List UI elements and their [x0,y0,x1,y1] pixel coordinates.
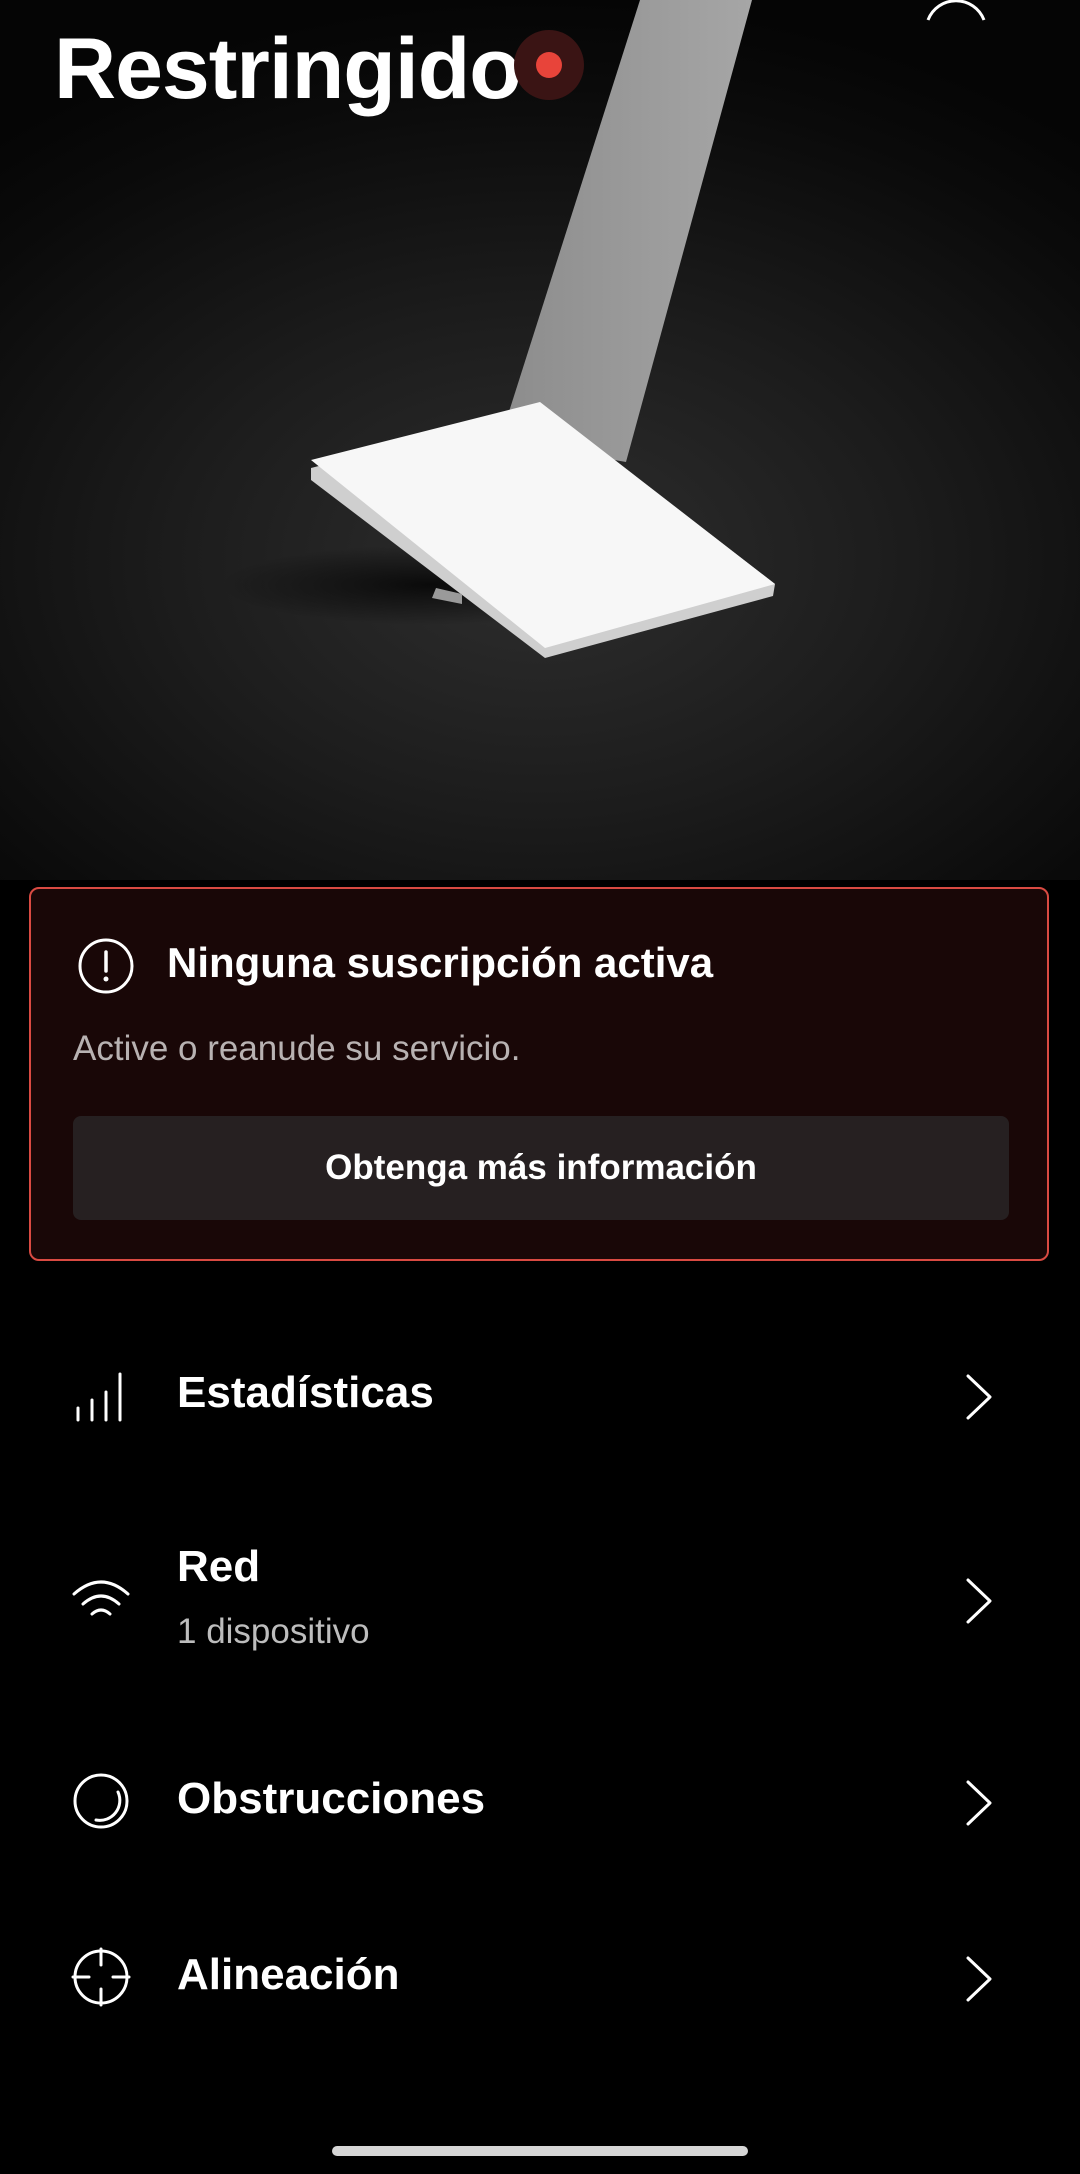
menu-item-sublabel: 1 dispositivo [177,1612,370,1651]
learn-more-button[interactable]: Obtenga más información [73,1116,1009,1220]
menu-item-estadisticas[interactable]: Estadísticas [0,1340,1080,1450]
chevron-right-icon [966,1374,992,1420]
chevron-right-icon [966,1578,992,1624]
menu-item-label: Red [177,1542,261,1591]
hero-illustration [0,0,1080,880]
obstruction-icon [73,1773,129,1829]
menu-item-obstrucciones[interactable]: Obstrucciones [0,1746,1080,1856]
status-dot-icon [536,52,562,78]
bar-chart-icon [76,1372,122,1422]
subscription-alert: Ninguna suscripción activa Active o rean… [29,887,1049,1261]
chevron-right-icon [966,1956,992,2002]
menu-item-alineacion[interactable]: Alineación [0,1922,1080,2032]
menu-item-label: Alineación [177,1950,400,1999]
page-title: Restringido [54,21,522,117]
status-indicator [514,30,584,100]
menu-item-label: Estadísticas [177,1368,434,1417]
chevron-right-icon [966,1780,992,1826]
menu-item-red[interactable]: Red 1 dispositivo [0,1520,1080,1680]
profile-arc-icon[interactable] [924,0,988,30]
wifi-icon [72,1580,130,1616]
crosshair-icon [71,1947,131,2007]
starlink-dish-illustration [220,0,775,658]
alert-description: Active o reanude su servicio. [73,1029,521,1068]
alert-title: Ninguna suscripción activa [167,939,714,986]
exclamation-circle-icon [78,938,134,994]
home-indicator[interactable] [332,2146,748,2156]
menu-item-label: Obstrucciones [177,1774,486,1823]
